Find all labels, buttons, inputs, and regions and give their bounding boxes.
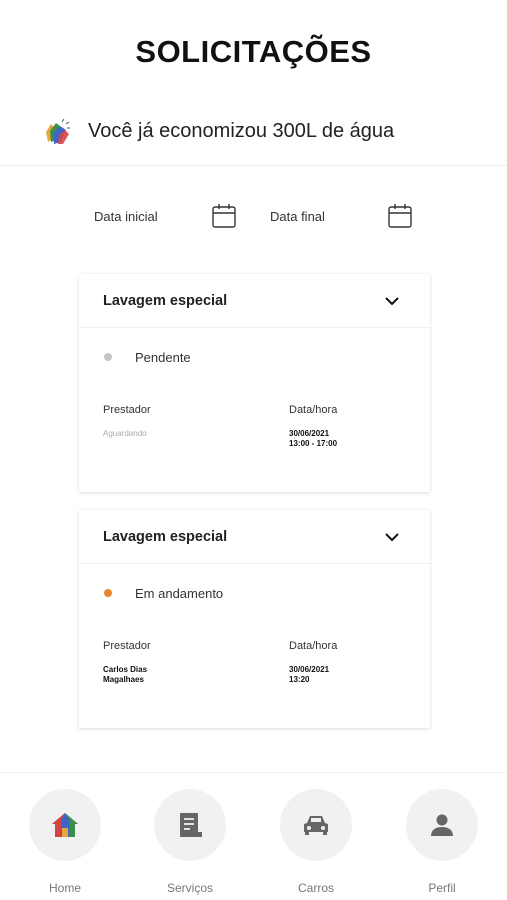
card-header[interactable]: Lavagem especial: [79, 510, 430, 564]
provider-label: Prestador: [103, 404, 151, 416]
date-value: 30/06/2021: [289, 665, 330, 674]
nav-label: Serviços: [166, 881, 213, 895]
nav-servicos-circle[interactable]: [154, 789, 226, 861]
time-value: 13:20: [289, 675, 310, 684]
start-date-label[interactable]: Data inicial: [94, 209, 158, 224]
person-icon: [431, 814, 453, 836]
calendar-icon[interactable]: [387, 202, 413, 230]
status-dot: [104, 353, 112, 361]
nav-home-circle[interactable]: [29, 789, 101, 861]
clapping-hands-icon: [46, 118, 70, 144]
provider-value: Aguardando: [103, 429, 147, 439]
request-card[interactable]: Lavagem especial Em andamento Prestador …: [79, 510, 430, 728]
date-value: 30/06/2021: [289, 429, 330, 438]
nav-perfil[interactable]: Perfil: [396, 785, 486, 895]
datetime-label: Data/hora: [289, 404, 338, 416]
datetime-value: 30/06/2021 13:00 - 17:00: [289, 429, 337, 449]
date-filter: Data inicial Data final: [0, 202, 507, 232]
nav-label: Home: [48, 881, 81, 895]
service-title: Lavagem especial: [103, 293, 228, 309]
provider-label: Prestador: [103, 640, 151, 652]
provider-line: Aguardando: [103, 429, 147, 438]
end-date-label[interactable]: Data final: [270, 209, 325, 224]
chevron-down-icon[interactable]: [384, 294, 400, 308]
provider-line: Magalhaes: [103, 675, 144, 684]
card-header[interactable]: Lavagem especial: [79, 274, 430, 328]
calendar-icon[interactable]: [211, 202, 237, 230]
chevron-down-icon[interactable]: [384, 530, 400, 544]
status-dot: [104, 589, 112, 597]
nav-label: Carros: [297, 881, 334, 895]
time-value: 13:00 - 17:00: [289, 439, 338, 448]
datetime-value: 30/06/2021 13:20: [289, 665, 329, 685]
provider-value: Carlos Dias Magalhaes: [103, 665, 147, 685]
request-card[interactable]: Lavagem especial Pendente Prestador Data…: [79, 274, 430, 492]
status-text: Em andamento: [135, 586, 224, 601]
savings-banner: Você já economizou 300L de água: [0, 112, 507, 166]
nav-servicos[interactable]: Serviços: [144, 785, 234, 895]
nav-carros[interactable]: Carros: [270, 785, 360, 895]
nav-home[interactable]: Home: [19, 785, 109, 895]
nav-perfil-circle[interactable]: [406, 789, 478, 861]
provider-line: Carlos Dias: [103, 665, 148, 674]
savings-text: Você já economizou 300L de água: [88, 120, 395, 142]
car-icon: [304, 816, 328, 835]
receipt-icon: [180, 813, 202, 837]
home-icon: [52, 813, 78, 837]
bottom-nav: Home Serviços Carros Perfil: [0, 772, 507, 900]
datetime-label: Data/hora: [289, 640, 338, 652]
nav-carros-circle[interactable]: [280, 789, 352, 861]
service-title: Lavagem especial: [103, 529, 228, 545]
nav-label: Perfil: [428, 881, 456, 895]
page-title: SOLICITAÇÕES: [135, 34, 372, 69]
status-text: Pendente: [135, 350, 191, 365]
